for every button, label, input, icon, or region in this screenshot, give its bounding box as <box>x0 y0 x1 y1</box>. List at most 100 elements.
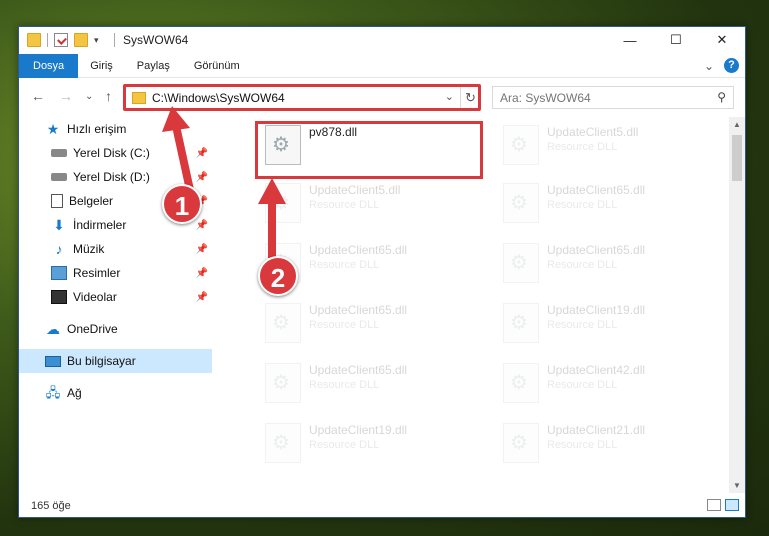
toolbar-divider <box>47 33 48 47</box>
window-controls: — ☐ ✕ <box>607 27 745 53</box>
file-name: UpdateClient65.dll <box>309 243 408 257</box>
file-type: Resource DLL <box>547 379 618 391</box>
file-item[interactable]: UpdateClient5.dll Resource DLL <box>259 177 481 233</box>
back-button[interactable]: ← <box>31 88 45 104</box>
sidebar-item-quick-access[interactable]: ★ Hızlı erişim <box>19 117 212 141</box>
file-name: UpdateClient21.dll <box>547 423 646 437</box>
step-1-badge: 1 <box>162 184 202 224</box>
file-item[interactable]: UpdateClient65.dll Resource DLL <box>259 297 481 353</box>
file-item[interactable]: UpdateClient65.dll Resource DLL <box>497 237 719 293</box>
ribbon-tabs: Dosya Giriş Paylaş Görünüm ⌄ ? <box>19 53 745 78</box>
video-icon <box>51 290 67 304</box>
help-icon[interactable]: ? <box>724 58 739 73</box>
scroll-down-icon[interactable]: ▼ <box>733 481 741 490</box>
file-item[interactable]: UpdateClient21.dll Resource DLL <box>497 417 719 473</box>
file-type: Resource DLL <box>309 439 380 451</box>
recent-locations-button[interactable]: ⌄ <box>85 91 93 102</box>
sidebar-item-label: Yerel Disk (D:) <box>73 170 150 184</box>
download-icon: ⬇ <box>53 217 65 233</box>
file-type: Resource DLL <box>547 439 618 451</box>
pin-icon: 📌 <box>195 219 208 231</box>
sidebar-item-label: Resimler <box>73 266 121 280</box>
network-icon: 🖧 <box>45 385 61 400</box>
explorer-window: ▾ SysWOW64 — ☐ ✕ Dosya Giriş Paylaş Görü… <box>18 26 746 518</box>
scrollbar-thumb[interactable] <box>732 135 742 181</box>
sidebar-item-network[interactable]: 🖧 Ağ <box>19 381 212 405</box>
file-item[interactable]: UpdateClient65.dll Resource DLL <box>497 177 719 233</box>
dll-file-icon <box>503 243 539 283</box>
file-item[interactable]: UpdateClient19.dll Resource DLL <box>259 417 481 473</box>
sidebar-item-label: Videolar <box>73 290 117 304</box>
sidebar-item-label: Hızlı erişim <box>67 122 127 136</box>
folder-icon <box>27 33 41 47</box>
search-input[interactable] <box>500 90 700 105</box>
tab-view[interactable]: Görünüm <box>182 54 252 78</box>
file-type: Resource DLL <box>547 141 618 153</box>
cloud-icon: ☁ <box>46 321 60 337</box>
sidebar-item-label: Ağ <box>67 386 82 400</box>
tab-file[interactable]: Dosya <box>19 53 79 78</box>
tab-home[interactable]: Giriş <box>78 54 125 78</box>
file-type: Resource DLL <box>547 319 618 331</box>
sidebar-item-local-disk-c[interactable]: Yerel Disk (C:) 📌 <box>19 141 212 165</box>
file-name: UpdateClient19.dll <box>547 303 646 317</box>
status-bar: 165 öğe <box>19 495 745 517</box>
star-icon: ★ <box>46 121 60 137</box>
sidebar-item-label: Müzik <box>73 242 105 256</box>
up-button[interactable]: ↑ <box>105 88 112 104</box>
maximize-button[interactable]: ☐ <box>653 27 699 53</box>
dll-file-icon <box>265 303 301 343</box>
file-type: Resource DLL <box>309 199 380 211</box>
address-highlight-box <box>123 84 481 111</box>
item-count: 165 öğe <box>31 500 71 512</box>
sidebar-item-label: Belgeler <box>69 194 114 208</box>
dll-file-icon <box>503 423 539 463</box>
file-name: UpdateClient65.dll <box>309 363 408 377</box>
pin-icon: 📌 <box>195 171 208 183</box>
pin-icon: 📌 <box>195 267 208 279</box>
file-type: Resource DLL <box>547 199 618 211</box>
tiles-view-icon[interactable] <box>725 499 739 511</box>
search-box[interactable]: ⚲ <box>492 86 734 109</box>
sidebar-item-music[interactable]: ♪ Müzik 📌 <box>19 237 212 261</box>
file-list: pv878.dll UpdateClient5.dllResource DLL … <box>235 117 729 497</box>
file-item[interactable]: UpdateClient42.dll Resource DLL <box>497 357 719 413</box>
pictures-icon <box>51 266 67 280</box>
file-item[interactable]: UpdateClient5.dll Resource DLL <box>497 119 719 175</box>
close-button[interactable]: ✕ <box>699 27 745 53</box>
file-highlight-box <box>255 121 483 179</box>
sidebar-item-pictures[interactable]: Resimler 📌 <box>19 261 212 285</box>
sidebar-item-videos[interactable]: Videolar 📌 <box>19 285 212 309</box>
dll-file-icon <box>265 363 301 403</box>
tab-share[interactable]: Paylaş <box>125 54 182 78</box>
expand-ribbon-icon[interactable]: ⌄ <box>704 59 714 73</box>
search-icon[interactable]: ⚲ <box>717 90 726 104</box>
file-name: UpdateClient65.dll <box>547 243 646 257</box>
pin-icon: 📌 <box>195 291 208 303</box>
disk-icon <box>51 173 67 181</box>
sidebar-item-this-pc[interactable]: Bu bilgisayar <box>19 349 212 373</box>
file-item[interactable]: UpdateClient19.dll Resource DLL <box>497 297 719 353</box>
file-name: UpdateClient5.dll <box>547 125 639 139</box>
minimize-button[interactable]: — <box>607 27 653 53</box>
scroll-up-icon[interactable]: ▲ <box>733 120 741 129</box>
dll-file-icon <box>503 303 539 343</box>
forward-button[interactable]: → <box>59 88 73 104</box>
details-view-icon[interactable] <box>707 499 721 511</box>
file-type: Resource DLL <box>547 259 618 271</box>
file-type: Resource DLL <box>309 259 380 271</box>
sidebar-item-label: OneDrive <box>67 322 118 336</box>
file-item[interactable]: UpdateClient65.dll Resource DLL <box>259 357 481 413</box>
file-name: UpdateClient65.dll <box>547 183 646 197</box>
dll-file-icon <box>265 183 301 223</box>
properties-icon[interactable] <box>54 33 68 47</box>
file-type: Resource DLL <box>309 379 380 391</box>
sidebar-item-onedrive[interactable]: ☁ OneDrive <box>19 317 212 341</box>
disk-icon <box>51 149 67 157</box>
dll-file-icon <box>265 423 301 463</box>
window-title: SysWOW64 <box>123 33 189 47</box>
customize-toolbar-icon[interactable]: ▾ <box>94 33 108 47</box>
music-icon: ♪ <box>55 241 63 257</box>
vertical-scrollbar[interactable]: ▲ ▼ <box>729 117 745 493</box>
new-folder-icon[interactable] <box>74 33 88 47</box>
